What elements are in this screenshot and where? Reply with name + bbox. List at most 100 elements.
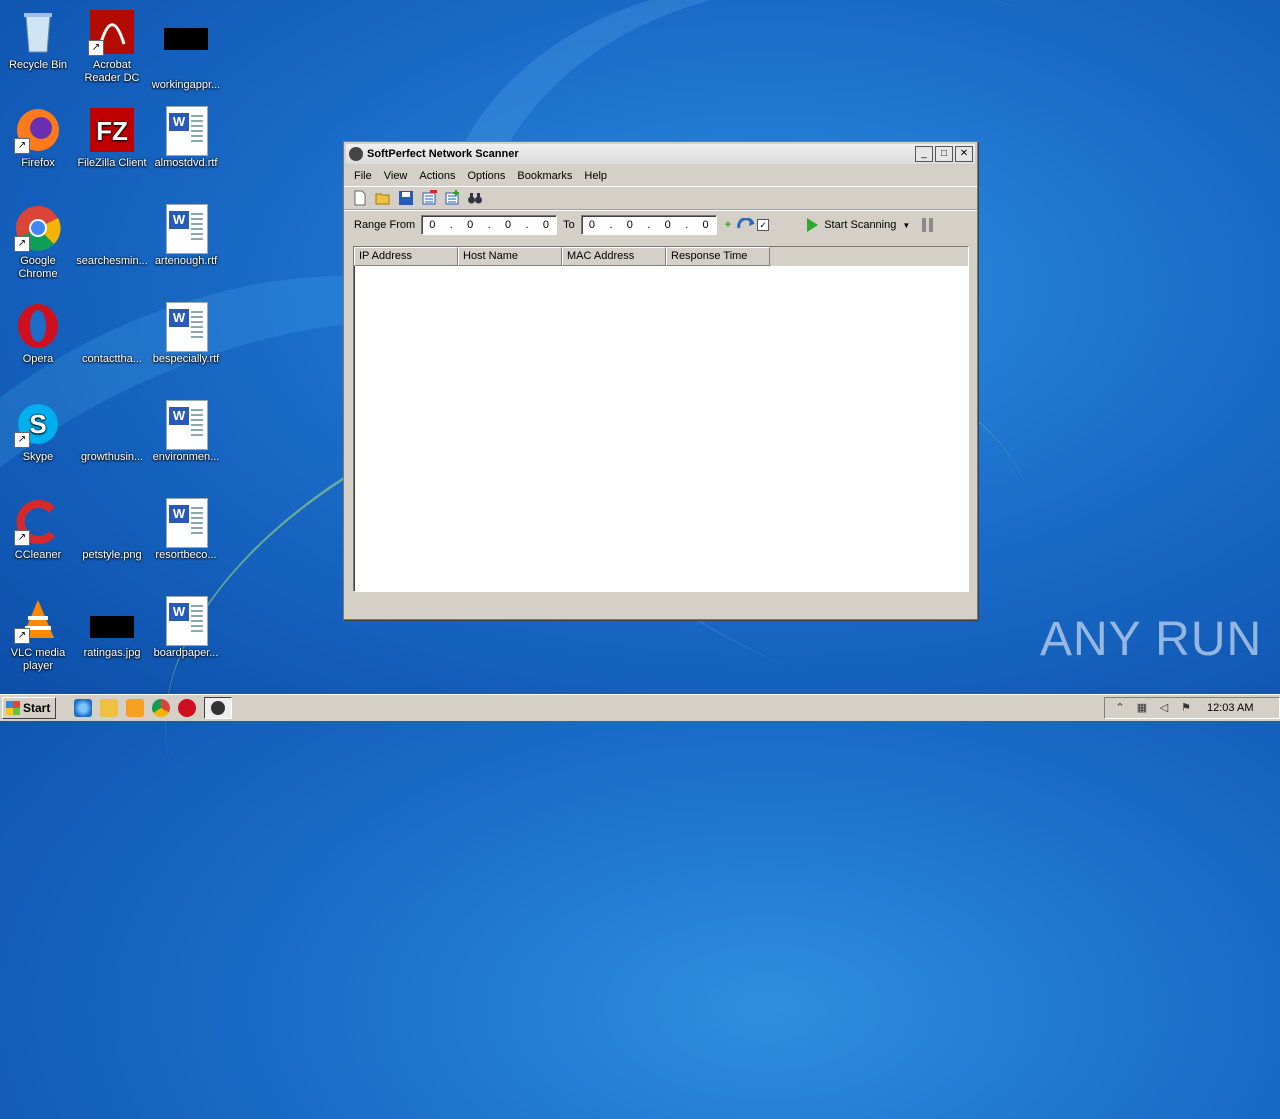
desktop-icon-file[interactable]: growthusin... xyxy=(74,400,150,464)
ip-octet[interactable]: 0 xyxy=(665,219,671,231)
minimize-button[interactable]: _ xyxy=(915,146,933,162)
desktop-icon-skype[interactable]: S ↗ Skype xyxy=(0,400,76,464)
filezilla-icon: FZ xyxy=(88,106,136,154)
start-scanning-button[interactable]: Start Scanning ▼ xyxy=(807,218,910,232)
shortcut-arrow-icon: ↗ xyxy=(88,40,104,56)
blank-file-icon xyxy=(88,400,136,448)
word-document-icon: W xyxy=(166,302,208,352)
ip-octet[interactable]: 0 xyxy=(429,219,435,231)
network-icon[interactable]: ▦ xyxy=(1135,701,1149,715)
menu-file[interactable]: File xyxy=(348,170,378,182)
desktop-icon-recycle-bin[interactable]: Recycle Bin xyxy=(0,8,76,72)
action-center-flag-icon[interactable]: ⚑ xyxy=(1179,701,1193,715)
open-folder-icon[interactable] xyxy=(375,190,391,206)
desktop-icon-vlc[interactable]: ↗ VLC media player xyxy=(0,596,76,673)
range-to-input[interactable]: 0. 0. 0. 0 xyxy=(580,215,717,235)
desktop-icon-file[interactable]: petstyle.png xyxy=(74,498,150,562)
tray-expand-icon[interactable]: ⌃ xyxy=(1113,701,1127,715)
watermark-logo: ANY RUN xyxy=(1040,613,1263,666)
menu-bookmarks[interactable]: Bookmarks xyxy=(511,170,578,182)
menu-bar: File View Actions Options Bookmarks Help xyxy=(344,166,977,186)
binoculars-icon[interactable] xyxy=(467,190,483,206)
remove-list-icon[interactable] xyxy=(421,190,437,206)
blank-file-icon xyxy=(88,302,136,350)
desktop-icon-ccleaner[interactable]: ↗ CCleaner xyxy=(0,498,76,562)
desktop-icon-file[interactable]: workingappr... xyxy=(148,8,224,92)
desktop-icon-label: boardpaper... xyxy=(153,647,219,659)
maximize-button[interactable]: □ xyxy=(935,146,953,162)
add-range-icon[interactable]: + xyxy=(725,219,731,231)
skype-icon: S ↗ xyxy=(14,400,62,448)
desktop-icon-filezilla[interactable]: FZ FileZilla Client xyxy=(74,106,150,170)
column-ip-address[interactable]: IP Address xyxy=(354,247,458,266)
desktop-icon-rtf[interactable]: W resortbeco... xyxy=(148,498,224,562)
desktop-icon-rtf[interactable]: W artenough.rtf xyxy=(148,204,224,268)
desktop-icon-file[interactable]: searchesmin... xyxy=(74,204,150,268)
word-document-icon: W xyxy=(166,498,208,548)
desktop-icon-chrome[interactable]: ↗ Google Chrome xyxy=(0,204,76,281)
add-list-icon[interactable] xyxy=(444,190,460,206)
menu-options[interactable]: Options xyxy=(461,170,511,182)
desktop-icon-rtf[interactable]: W environmen... xyxy=(148,400,224,464)
desktop-icon-label: Skype xyxy=(22,451,54,463)
column-mac-address[interactable]: MAC Address xyxy=(562,247,666,266)
start-button[interactable]: Start xyxy=(2,697,56,719)
svg-text:FZ: FZ xyxy=(96,116,128,146)
desktop-icon-acrobat[interactable]: ↗ Acrobat Reader DC xyxy=(74,8,150,85)
ip-octet[interactable]: 0 xyxy=(543,219,549,231)
word-document-icon: W xyxy=(166,106,208,156)
column-host-name[interactable]: Host Name xyxy=(458,247,562,266)
desktop-icon-label: searchesmin... xyxy=(76,255,148,267)
media-player-icon[interactable] xyxy=(126,699,144,717)
acrobat-icon: ↗ xyxy=(88,8,136,56)
desktop-icon-file[interactable]: contacttha... xyxy=(74,302,150,366)
range-checkbox[interactable]: ✓ xyxy=(757,219,770,231)
ip-octet[interactable]: 0 xyxy=(589,219,595,231)
auto-detect-icon[interactable] xyxy=(737,218,755,232)
black-image-thumbnail xyxy=(162,28,210,76)
ip-octet[interactable]: 0 xyxy=(627,219,633,231)
system-tray: ⌃ ▦ ◁ ⚑ 12:03 AM xyxy=(1104,697,1280,719)
window-title: SoftPerfect Network Scanner xyxy=(367,148,519,160)
chrome-taskbar-icon[interactable] xyxy=(152,699,170,717)
desktop-icon-opera[interactable]: Opera xyxy=(0,302,76,366)
desktop-icon-file[interactable]: ratingas.jpg xyxy=(74,596,150,660)
desktop-icon-label: resortbeco... xyxy=(155,549,217,561)
explorer-folder-icon[interactable] xyxy=(100,699,118,717)
window-titlebar[interactable]: SoftPerfect Network Scanner _ □ ✕ xyxy=(346,144,975,164)
menu-view[interactable]: View xyxy=(378,170,414,182)
chrome-icon: ↗ xyxy=(14,204,62,252)
ip-octet[interactable]: 0 xyxy=(467,219,473,231)
column-response-time[interactable]: Response Time xyxy=(666,247,770,266)
save-icon[interactable] xyxy=(398,190,414,206)
range-from-input[interactable]: 0. 0. 0. 0 xyxy=(421,215,558,235)
shortcut-arrow-icon: ↗ xyxy=(14,530,30,546)
shortcut-arrow-icon: ↗ xyxy=(14,138,30,154)
desktop-icon-firefox[interactable]: ↗ Firefox xyxy=(0,106,76,170)
pause-icon[interactable] xyxy=(922,218,935,232)
opera-taskbar-icon[interactable] xyxy=(178,699,196,717)
desktop-icon-rtf[interactable]: W boardpaper... xyxy=(148,596,224,660)
network-scanner-window: SoftPerfect Network Scanner _ □ ✕ File V… xyxy=(343,141,978,620)
menu-actions[interactable]: Actions xyxy=(413,170,461,182)
black-image-thumbnail xyxy=(88,596,136,644)
network-scanner-taskbar-button[interactable] xyxy=(204,697,232,719)
desktop-icon-label: Acrobat Reader DC xyxy=(84,59,140,84)
clock[interactable]: 12:03 AM xyxy=(1207,702,1253,714)
desktop-icon-rtf[interactable]: W bespecially.rtf xyxy=(148,302,224,366)
results-list[interactable]: IP Address Host Name MAC Address Respons… xyxy=(353,246,969,592)
range-from-label: Range From xyxy=(354,219,416,231)
ip-octet[interactable]: 0 xyxy=(505,219,511,231)
desktop-icon-label: contacttha... xyxy=(82,353,142,365)
ip-octet[interactable]: 0 xyxy=(702,219,708,231)
desktop-icon-label: growthusin... xyxy=(80,451,144,463)
desktop-icon-rtf[interactable]: W almostdvd.rtf xyxy=(148,106,224,170)
chevron-down-icon[interactable]: ▼ xyxy=(902,221,910,230)
menu-help[interactable]: Help xyxy=(578,170,613,182)
new-file-icon[interactable] xyxy=(352,190,368,206)
close-button[interactable]: ✕ xyxy=(955,146,973,162)
desktop-icon-label: Google Chrome xyxy=(18,255,58,280)
ie-icon[interactable] xyxy=(74,699,92,717)
start-scanning-label: Start Scanning xyxy=(824,219,897,231)
volume-icon[interactable]: ◁ xyxy=(1157,701,1171,715)
